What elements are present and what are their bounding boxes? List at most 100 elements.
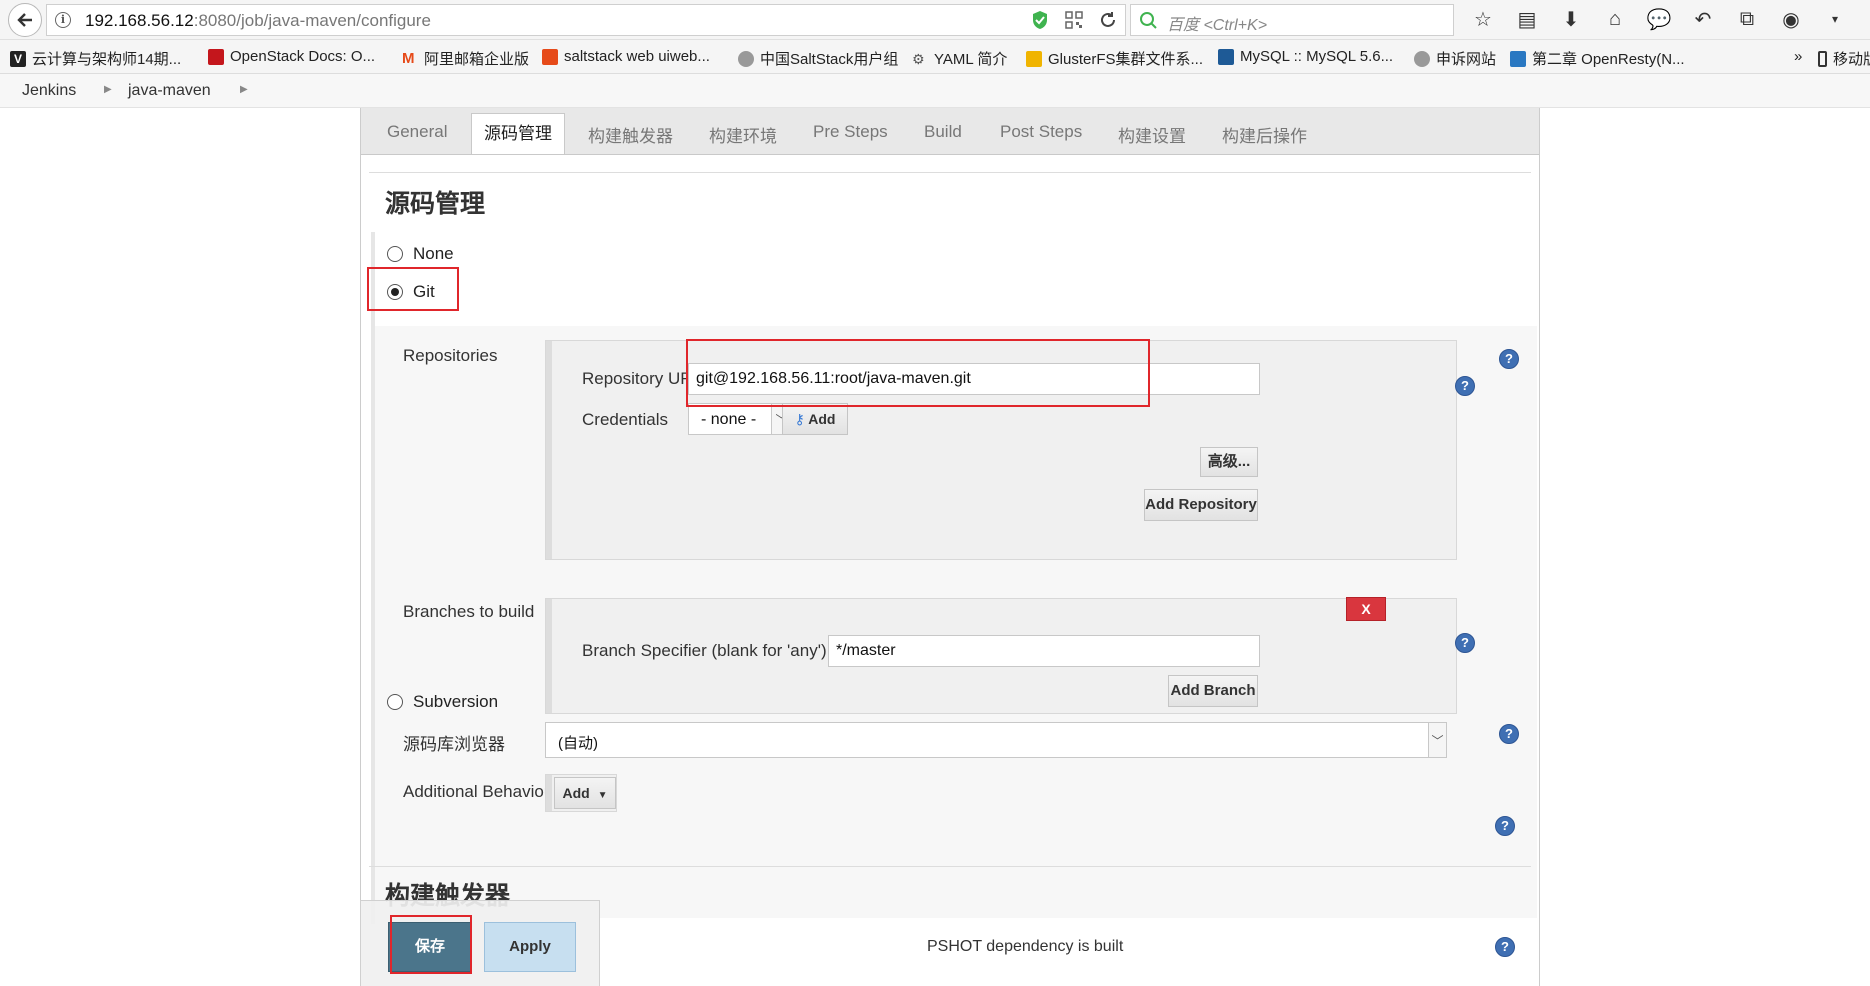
crop-icon[interactable]: ⧉ xyxy=(1734,6,1760,32)
bookmark-item[interactable]: MySQL :: MySQL 5.6... xyxy=(1218,48,1393,65)
section-title-scm: 源码管理 xyxy=(385,190,486,218)
bookmark-item[interactable]: GlusterFS集群文件系... xyxy=(1026,48,1203,69)
bookmark-label: 中国SaltStack用户组 xyxy=(760,51,899,68)
add-branch-button[interactable]: Add Branch xyxy=(1168,675,1258,707)
help-icon[interactable]: ? xyxy=(1495,816,1515,836)
breadcrumb: Jenkins ▶ java-maven ▶ xyxy=(0,74,1870,108)
overflow-label: » xyxy=(1794,48,1803,65)
credentials-label: Credentials xyxy=(582,410,668,429)
radio-subversion[interactable] xyxy=(387,694,403,710)
help-icon[interactable]: ? xyxy=(1455,376,1475,396)
undo-icon[interactable]: ↶ xyxy=(1690,6,1716,32)
advanced-button[interactable]: 高级... xyxy=(1200,447,1258,477)
bookmark-label: 第二章 OpenResty(N... xyxy=(1532,51,1685,68)
branch-specifier-input[interactable]: */master xyxy=(828,635,1260,667)
tab-pre-steps[interactable]: Pre Steps xyxy=(813,122,888,142)
reading-list-icon[interactable]: ▤ xyxy=(1514,6,1540,32)
breadcrumb-java-maven[interactable]: java-maven xyxy=(128,82,211,100)
bookmark-item[interactable]: OpenStack Docs: O... xyxy=(208,48,375,65)
scm-option-git[interactable]: Git xyxy=(387,282,435,302)
mail-icon: M xyxy=(402,49,415,67)
radio-git[interactable] xyxy=(387,284,403,300)
qr-code-icon[interactable] xyxy=(1065,11,1083,29)
bookmark-item[interactable]: M 阿里邮箱企业版 xyxy=(402,48,529,69)
tab-build-triggers[interactable]: 构建触发器 xyxy=(588,122,673,147)
v-logo-icon: V xyxy=(10,50,26,67)
browser-toolbar: i 192.168.56.12:8080/job/java-maven/conf… xyxy=(0,0,1870,40)
help-icon[interactable]: ? xyxy=(1495,937,1515,957)
add-behaviour-label: Add xyxy=(562,785,590,801)
openresty-icon xyxy=(1510,50,1526,67)
menu-dropdown-icon[interactable]: ▾ xyxy=(1822,6,1848,32)
breadcrumb-jenkins[interactable]: Jenkins xyxy=(22,82,76,100)
repo-browser-label: 源码库浏览器 xyxy=(403,735,505,754)
apply-button[interactable]: Apply xyxy=(484,922,576,972)
eye-icon[interactable]: ◉ xyxy=(1778,6,1804,32)
yaml-icon: ⚙ xyxy=(912,50,925,67)
tab-build-settings[interactable]: 构建设置 xyxy=(1118,122,1186,147)
branches-label: Branches to build xyxy=(403,602,535,621)
bookmark-item[interactable]: ⚙ YAML 简介 xyxy=(912,48,1007,69)
chevron-right-icon: ▶ xyxy=(240,84,248,95)
tab-scm[interactable]: 源码管理 xyxy=(471,113,565,154)
tab-post-build-actions[interactable]: 构建后操作 xyxy=(1222,122,1307,147)
bookmark-item[interactable]: saltstack web uiweb... xyxy=(542,48,710,65)
chat-icon[interactable]: 💬 xyxy=(1646,6,1672,32)
home-icon[interactable]: ⌂ xyxy=(1602,6,1628,32)
address-bar[interactable]: i 192.168.56.12:8080/job/java-maven/conf… xyxy=(46,4,1126,36)
glusterfs-icon xyxy=(1026,50,1042,67)
url-text[interactable]: 192.168.56.12:8080/job/java-maven/config… xyxy=(85,11,431,31)
back-button[interactable] xyxy=(8,3,42,37)
shield-icon[interactable] xyxy=(1031,10,1049,30)
behaviours-box: Add ▼ xyxy=(545,774,617,812)
globe-icon xyxy=(1414,50,1430,67)
radio-subversion-label: Subversion xyxy=(413,692,499,711)
key-icon: ⚷ xyxy=(794,411,805,427)
additional-behaviours-label: Additional Behaviours xyxy=(403,782,568,801)
bookmark-item[interactable]: 申诉网站 xyxy=(1414,48,1496,69)
save-button[interactable]: 保存 xyxy=(388,922,472,972)
bookmark-label: 申诉网站 xyxy=(1436,51,1497,68)
download-icon[interactable]: ⬇ xyxy=(1558,6,1584,32)
repo-url-input[interactable]: git@192.168.56.11:root/java-maven.git xyxy=(688,363,1260,395)
bookmark-item[interactable]: 移动版 xyxy=(1818,48,1870,69)
help-icon[interactable]: ? xyxy=(1499,724,1519,744)
scm-option-none[interactable]: None xyxy=(387,244,454,264)
chevron-down-icon: ﹀ xyxy=(1428,723,1446,757)
tab-general[interactable]: General xyxy=(387,122,447,142)
config-tabbar: General 源码管理 构建触发器 构建环境 Pre Steps Build … xyxy=(361,108,1539,155)
repo-browser-select[interactable]: (自动) ﹀ xyxy=(545,722,1447,758)
tab-build-environment[interactable]: 构建环境 xyxy=(709,122,777,147)
radio-none[interactable] xyxy=(387,246,403,262)
tab-build[interactable]: Build xyxy=(924,122,962,142)
bookmark-item[interactable]: V 云计算与架构师14期... xyxy=(10,48,181,69)
repository-box: Repository URL git@192.168.56.11:root/ja… xyxy=(545,340,1457,560)
bookmark-label: OpenStack Docs: O... xyxy=(230,48,376,65)
bookmark-item[interactable]: 第二章 OpenResty(N... xyxy=(1510,48,1685,69)
help-icon[interactable]: ? xyxy=(1499,349,1519,369)
bookmark-item[interactable]: 中国SaltStack用户组 xyxy=(738,48,898,69)
bookmark-label: 阿里邮箱企业版 xyxy=(424,51,530,68)
delete-branch-button[interactable]: X xyxy=(1346,597,1386,621)
search-engine-icon xyxy=(1140,12,1157,29)
url-path: :8080/job/java-maven/configure xyxy=(193,11,431,30)
search-bar[interactable]: 百度 <Ctrl+K> xyxy=(1130,4,1454,36)
tab-post-steps[interactable]: Post Steps xyxy=(1000,122,1082,142)
site-info-icon[interactable]: i xyxy=(55,12,71,28)
bookmarks-overflow-chevron[interactable]: » xyxy=(1794,48,1802,65)
credentials-select[interactable]: - none - ﹀ xyxy=(688,403,792,435)
star-bookmark-icon[interactable]: ☆ xyxy=(1470,6,1496,32)
reload-icon[interactable] xyxy=(1099,11,1117,29)
url-host: 192.168.56.12 xyxy=(85,11,194,30)
bookmark-label: MySQL :: MySQL 5.6... xyxy=(1240,48,1394,65)
globe-icon xyxy=(738,50,754,67)
repositories-label: Repositories xyxy=(403,346,498,365)
add-behaviour-button[interactable]: Add ▼ xyxy=(554,777,616,809)
add-credentials-button[interactable]: ⚷ Add xyxy=(782,403,848,435)
add-credentials-label: Add xyxy=(808,411,836,427)
snapshot-trigger-label: PSHOT dependency is built xyxy=(927,938,1124,955)
caret-down-icon: ▼ xyxy=(597,790,608,801)
scm-option-subversion[interactable]: Subversion xyxy=(387,692,498,712)
add-repository-button[interactable]: Add Repository xyxy=(1144,489,1258,521)
help-icon[interactable]: ? xyxy=(1455,633,1475,653)
